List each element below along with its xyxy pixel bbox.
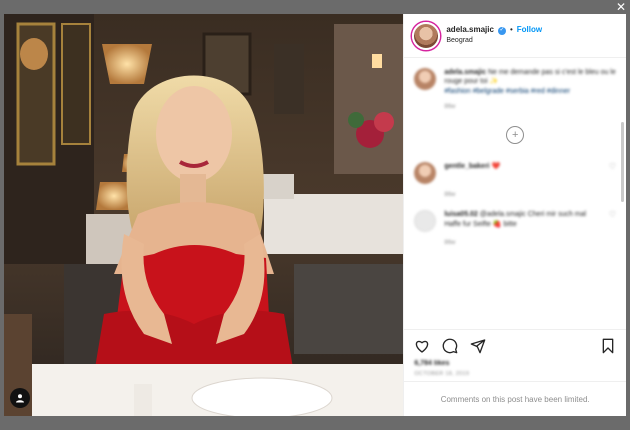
comment-like-icon[interactable]: ♡ — [609, 162, 616, 184]
comment-time: 86w — [444, 192, 456, 199]
location-link[interactable]: Beograd — [446, 37, 542, 45]
heart-icon[interactable] — [414, 338, 430, 354]
post-header: adela.smajic ✓ • Follow Beograd — [404, 14, 626, 58]
caption-username[interactable]: adela.smajic — [444, 69, 486, 76]
scrollbar[interactable] — [621, 122, 624, 202]
bookmark-icon[interactable] — [600, 338, 616, 354]
plus-circle-icon[interactable]: + — [506, 126, 525, 145]
comment-time: 86w — [444, 240, 456, 247]
close-icon[interactable]: ✕ — [616, 0, 626, 14]
separator-dot: • — [509, 25, 513, 35]
comment-item: luisa05.02 @adela.smajic Cheri mir such … — [414, 210, 616, 233]
comment-item: gentle_bakeri ❤️ ♡ — [414, 162, 616, 185]
username-link[interactable]: adela.smajic — [446, 25, 494, 35]
comments-section[interactable]: adela.smajic Ne me demande pas si c'est … — [404, 58, 626, 329]
comment-avatar[interactable] — [414, 210, 437, 233]
comment-text: ❤️ — [491, 163, 501, 171]
likes-count[interactable]: 6,784 likes — [414, 360, 616, 367]
post-sidebar: adela.smajic ✓ • Follow Beograd adela.sm… — [403, 14, 626, 416]
photo-image — [4, 14, 404, 416]
caption-time: 86w — [444, 104, 456, 111]
comment-avatar[interactable] — [414, 162, 437, 185]
comments-limited-notice: Comments on this post have been limited. — [404, 381, 626, 416]
user-tag-icon[interactable] — [10, 388, 30, 408]
comment-like-icon[interactable]: ♡ — [609, 210, 616, 232]
comment-username[interactable]: luisa05.02 — [444, 211, 477, 218]
follow-button[interactable]: Follow — [517, 25, 542, 35]
post-date: OCTOBER 18, 2019 — [414, 371, 470, 377]
caption-avatar[interactable] — [414, 68, 437, 90]
caption: adela.smajic Ne me demande pas si c'est … — [414, 68, 616, 96]
comment-username[interactable]: gentle_bakeri — [444, 163, 489, 170]
post-modal: adela.smajic ✓ • Follow Beograd adela.sm… — [4, 14, 626, 416]
comment-icon[interactable] — [442, 338, 458, 354]
avatar[interactable] — [412, 21, 441, 50]
caption-hashtags[interactable]: #fashion #belgrade #serbia #red #dinner — [444, 87, 616, 96]
share-icon[interactable] — [470, 338, 486, 354]
verified-badge-icon: ✓ — [497, 26, 506, 35]
actions-bar: 6,784 likes OCTOBER 18, 2019 — [404, 329, 626, 381]
post-photo[interactable] — [4, 14, 404, 416]
